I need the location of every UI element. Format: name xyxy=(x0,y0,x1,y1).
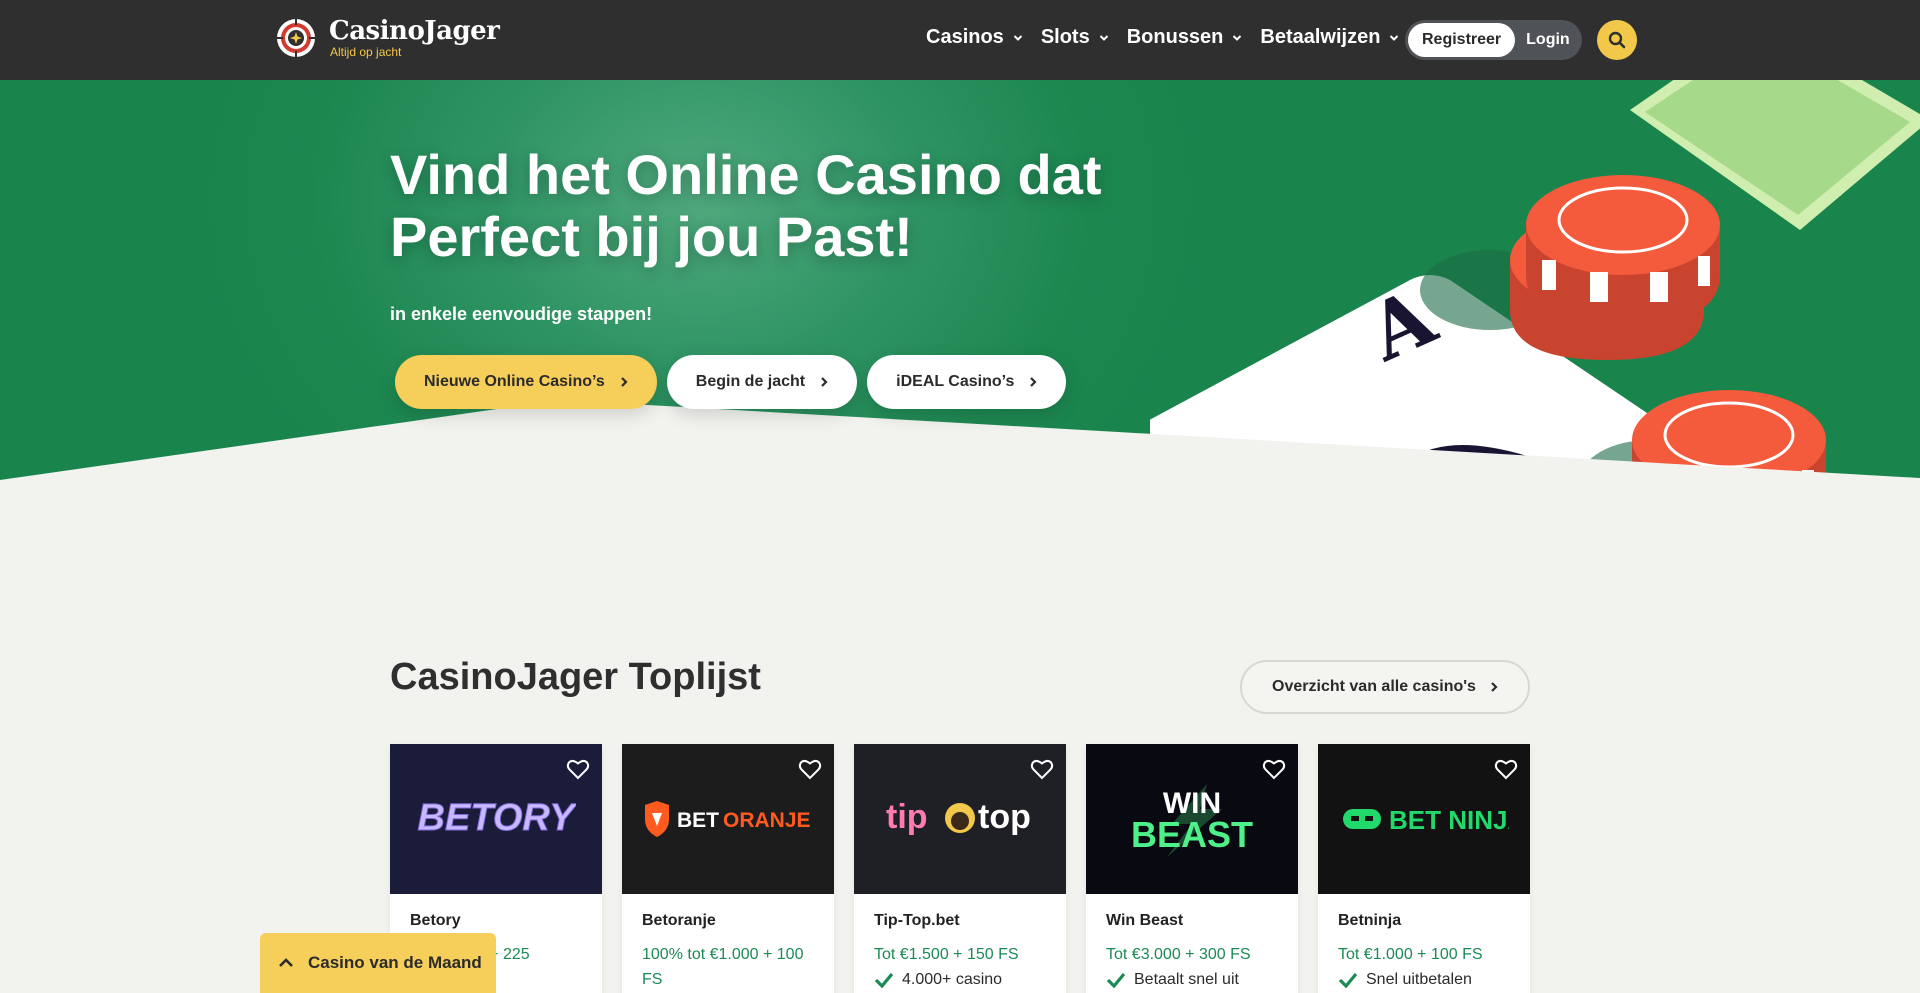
casino-name: Betoranje xyxy=(642,912,716,929)
chevron-right-icon xyxy=(821,377,828,387)
betory-logo: BETORY xyxy=(417,797,576,840)
chevron-down-icon xyxy=(1013,34,1023,41)
casino-logo-tiptop[interactable]: tip top xyxy=(854,744,1066,894)
nav-label: Slots xyxy=(1040,26,1090,48)
check-icon xyxy=(1106,972,1126,988)
nav-item-casinos[interactable]: Casinos xyxy=(926,26,1023,49)
site-logo[interactable]: CasinoJager Altijd op jacht xyxy=(275,16,500,59)
casino-logo-winbeast[interactable]: WIN BEAST xyxy=(1086,744,1298,894)
heart-icon[interactable] xyxy=(798,758,822,780)
casino-logo-betninja[interactable]: BET NINJA xyxy=(1318,744,1530,894)
chevron-right-icon xyxy=(1030,377,1037,387)
chevron-down-icon xyxy=(1099,34,1108,41)
casino-logo-betory[interactable]: BETORY xyxy=(390,744,602,894)
casino-bonus: Tot €1.000 + 100 FS xyxy=(1338,946,1483,963)
winbeast-logo: WIN BEAST xyxy=(1131,784,1253,857)
chevron-down-icon xyxy=(1390,34,1399,41)
casino-card[interactable]: WIN BEAST Win Beast Tot €3.000 + 300 FS … xyxy=(1086,744,1298,993)
auth-toggle: Registreer Login xyxy=(1405,20,1582,60)
casino-name: Tip-Top.bet xyxy=(874,912,960,929)
ideal-casinos-button[interactable]: iDEAL Casino’s xyxy=(867,355,1067,409)
chevron-up-icon xyxy=(279,958,293,967)
casino-name: Betninja xyxy=(1338,912,1402,929)
betninja-logo: BET NINJA xyxy=(1343,805,1509,835)
register-button[interactable]: Registreer xyxy=(1408,23,1516,57)
nav-item-slots[interactable]: Slots xyxy=(1041,26,1109,49)
nav-item-bonussen[interactable]: Bonussen xyxy=(1127,26,1243,49)
casino-feature: Snel uitbetalen xyxy=(1338,971,1510,989)
heart-icon[interactable] xyxy=(1262,758,1286,780)
svg-text:tip: tip xyxy=(886,798,928,836)
casino-card[interactable]: tip top Tip-Top.bet Tot €1.500 + 150 FS … xyxy=(854,744,1066,993)
crosshair-logo-icon xyxy=(275,17,317,59)
nav-label: Casinos xyxy=(926,26,1004,48)
casino-of-month-toggle[interactable]: Casino van de Maand xyxy=(260,933,496,993)
casino-name: Betory xyxy=(410,912,461,929)
casino-card[interactable]: BET ORANJE Betoranje 100% tot €1.000 + 1… xyxy=(622,744,834,993)
search-icon xyxy=(1608,31,1626,49)
svg-text:top: top xyxy=(978,798,1031,836)
svg-text:BET: BET xyxy=(677,809,719,832)
site-header: CasinoJager Altijd op jacht Casinos Slot… xyxy=(0,0,1920,80)
casino-bonus: Tot €3.000 + 300 FS xyxy=(1106,946,1251,963)
chevron-right-icon xyxy=(621,377,628,387)
search-button[interactable] xyxy=(1597,20,1637,60)
casino-card[interactable]: BET NINJA Betninja Tot €1.000 + 100 FS S… xyxy=(1318,744,1530,993)
chevron-right-icon xyxy=(1491,682,1498,692)
start-hunt-button[interactable]: Begin de jacht xyxy=(666,355,858,409)
casino-feature: Betaalt snel uit xyxy=(1106,971,1278,989)
svg-text:BETORY: BETORY xyxy=(418,797,576,839)
check-icon xyxy=(874,972,894,988)
svg-text:ORANJE: ORANJE xyxy=(723,809,811,832)
brand-tagline: Altijd op jacht xyxy=(330,45,402,59)
casino-bonus: 100% tot €1.000 + 100 FS xyxy=(642,946,804,988)
check-icon xyxy=(1338,972,1358,988)
casino-name: Win Beast xyxy=(1106,912,1184,929)
nav-label: Bonussen xyxy=(1126,26,1224,48)
brand-name: CasinoJager xyxy=(329,16,500,46)
heart-icon[interactable] xyxy=(1030,758,1054,780)
hero-title: Vind het Online Casino dat Perfect bij j… xyxy=(390,143,1102,268)
hero-button-group: Nieuwe Online Casino’s Begin de jacht iD… xyxy=(395,355,1076,409)
casino-bonus: Tot €1.500 + 150 FS xyxy=(874,946,1019,963)
chevron-down-icon xyxy=(1233,34,1242,41)
hero-subtitle: in enkele eenvoudige stappen! xyxy=(390,304,653,324)
betoranje-logo: BET ORANJE xyxy=(645,801,811,837)
toplist-title: CasinoJager Toplijst xyxy=(390,656,761,698)
hero-section: A Vind het Online Casino dat Perfect bij… xyxy=(0,80,1920,560)
login-button[interactable]: Login xyxy=(1526,31,1570,49)
svg-text:BEAST: BEAST xyxy=(1131,814,1253,855)
main-nav: Casinos Slots Bonussen Betaalwijzen xyxy=(926,26,1417,49)
svg-text:BET NINJA: BET NINJA xyxy=(1389,805,1509,835)
casino-card-list: BETORY Betory Tot €3.250 + 225 BET ORANJ… xyxy=(390,744,1550,993)
heart-icon[interactable] xyxy=(1494,758,1518,780)
casino-feature: 4.000+ casino xyxy=(874,971,1046,989)
casino-logo-betoranje[interactable]: BET ORANJE xyxy=(622,744,834,894)
tiptop-logo: tip top xyxy=(886,798,1031,836)
all-casinos-button[interactable]: Overzicht van alle casino's xyxy=(1240,660,1530,714)
new-casinos-button[interactable]: Nieuwe Online Casino’s xyxy=(395,355,657,409)
nav-item-betaalwijzen[interactable]: Betaalwijzen xyxy=(1260,26,1399,49)
heart-icon[interactable] xyxy=(566,758,590,780)
nav-label: Betaalwijzen xyxy=(1260,26,1381,48)
